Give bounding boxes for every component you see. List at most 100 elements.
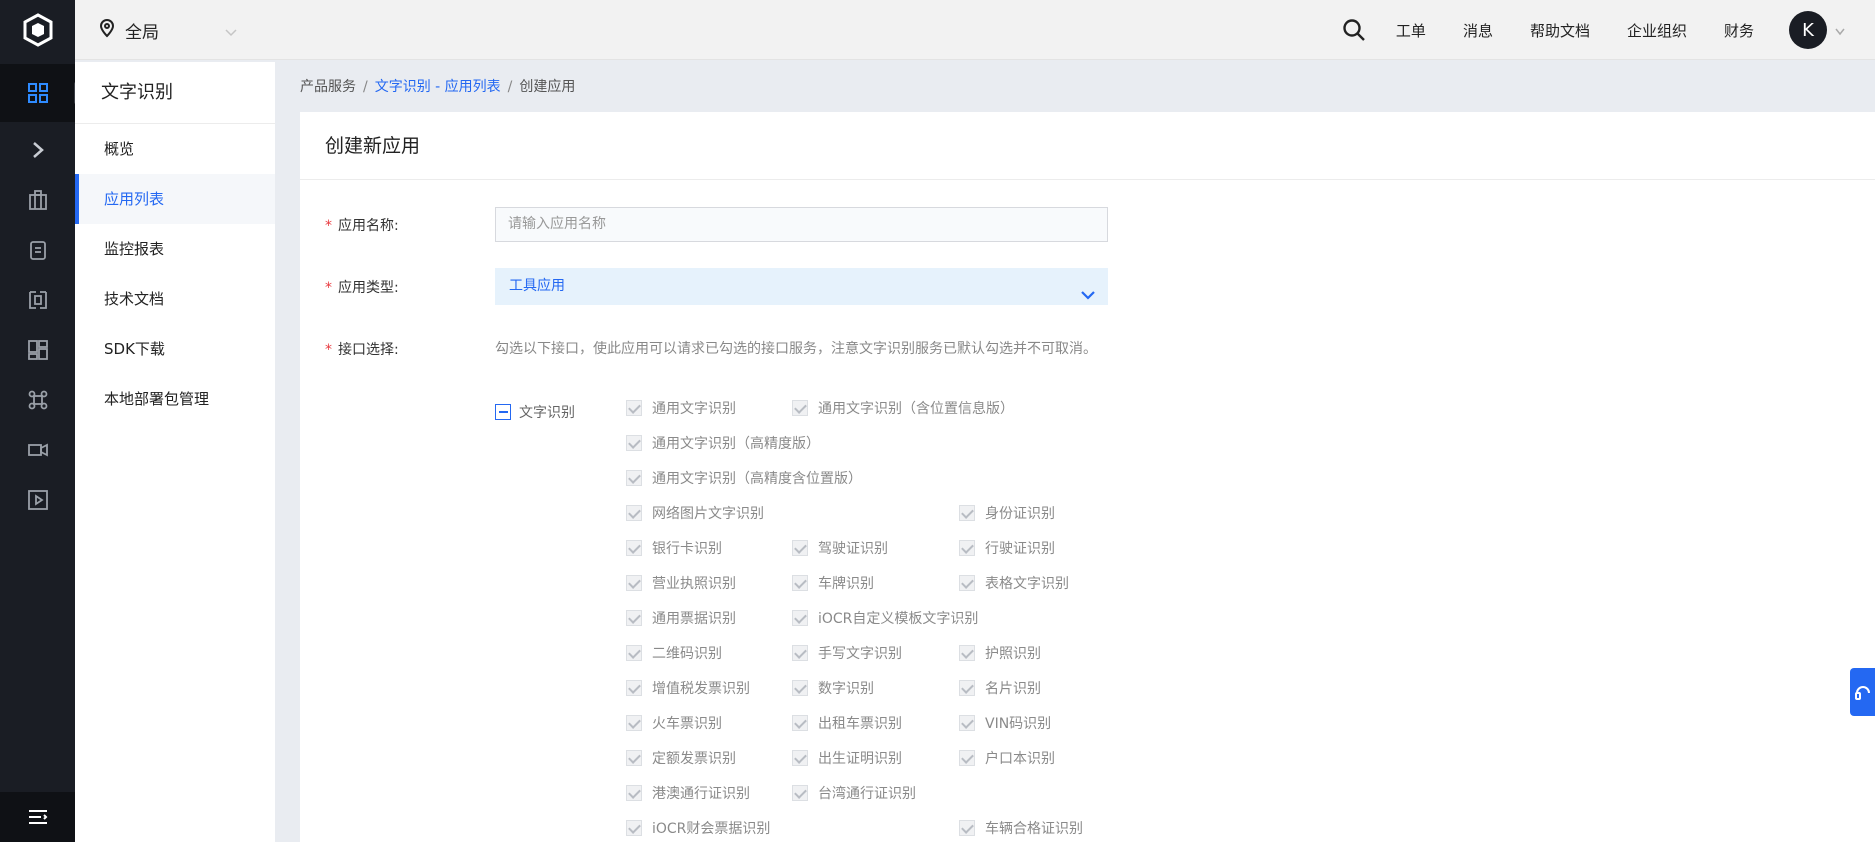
sidebar-item-monitoring[interactable]: 监控报表	[75, 224, 275, 274]
chevron-down-icon[interactable]	[225, 22, 237, 41]
api-option[interactable]: iOCR自定义模板文字识别	[792, 608, 978, 628]
nav-messages[interactable]: 消息	[1463, 20, 1493, 41]
sidebar-item-app-list[interactable]: 应用列表	[75, 174, 275, 224]
api-option[interactable]: 银行卡识别	[626, 538, 722, 558]
nav-organization[interactable]: 企业组织	[1627, 20, 1687, 41]
group-checkbox-ocr[interactable]: 文字识别	[495, 402, 575, 422]
api-option[interactable]: 身份证识别	[959, 503, 1055, 523]
breadcrumb-root[interactable]: 产品服务	[300, 79, 356, 95]
checked-disabled-checkbox-icon[interactable]	[959, 575, 975, 591]
api-option[interactable]: 手写文字识别	[792, 643, 902, 663]
api-option[interactable]: 台湾通行证识别	[792, 783, 916, 803]
avatar[interactable]: K	[1789, 11, 1827, 49]
checked-disabled-checkbox-icon[interactable]	[626, 505, 642, 521]
checked-disabled-checkbox-icon[interactable]	[959, 820, 975, 836]
api-option[interactable]: 车辆合格证识别	[959, 818, 1083, 838]
checked-disabled-checkbox-icon[interactable]	[626, 540, 642, 556]
api-option[interactable]: 通用票据识别	[626, 608, 736, 628]
search-icon[interactable]	[1342, 18, 1366, 42]
checked-disabled-checkbox-icon[interactable]	[959, 540, 975, 556]
checked-disabled-checkbox-icon[interactable]	[959, 680, 975, 696]
api-option[interactable]: 通用文字识别（高精度版）	[626, 433, 820, 453]
api-option[interactable]: 增值税发票识别	[626, 678, 750, 698]
checked-disabled-checkbox-icon[interactable]	[792, 785, 808, 801]
checked-disabled-checkbox-icon[interactable]	[959, 505, 975, 521]
api-option[interactable]: 定额发票识别	[626, 748, 736, 768]
breadcrumb-link[interactable]: 文字识别 - 应用列表	[375, 79, 501, 95]
api-option[interactable]: 通用文字识别	[626, 398, 736, 418]
api-option[interactable]: 通用文字识别（含位置信息版）	[792, 398, 1014, 418]
api-option[interactable]: 二维码识别	[626, 643, 722, 663]
command-icon[interactable]	[0, 380, 75, 420]
avatar-caret-icon[interactable]	[1835, 21, 1845, 40]
checked-disabled-checkbox-icon[interactable]	[626, 470, 642, 486]
nav-finance[interactable]: 财务	[1724, 20, 1754, 41]
checked-disabled-checkbox-icon[interactable]	[626, 400, 642, 416]
api-option[interactable]: 行驶证识别	[959, 538, 1055, 558]
product-sidebar: 文字识别 概览 应用列表 监控报表 技术文档 SDK下载 本地部署包管理	[75, 62, 275, 842]
checked-disabled-checkbox-icon[interactable]	[792, 540, 808, 556]
api-option[interactable]: VIN码识别	[959, 713, 1051, 733]
cloud-logo-icon[interactable]	[0, 0, 75, 60]
nav-help-docs[interactable]: 帮助文档	[1530, 20, 1590, 41]
api-option[interactable]: 出生证明识别	[792, 748, 902, 768]
checked-disabled-checkbox-icon[interactable]	[792, 575, 808, 591]
product-grid-icon[interactable]	[0, 64, 75, 122]
breadcrumb-separator: /	[363, 79, 368, 95]
video-camera-icon[interactable]	[0, 430, 75, 470]
document-icon[interactable]	[0, 230, 75, 270]
play-icon[interactable]	[0, 480, 75, 520]
app-name-input[interactable]: 请输入应用名称	[495, 207, 1108, 242]
checked-disabled-checkbox-icon[interactable]	[959, 715, 975, 731]
checked-disabled-checkbox-icon[interactable]	[792, 610, 808, 626]
checked-disabled-checkbox-icon[interactable]	[792, 715, 808, 731]
sidebar-item-sdk-download[interactable]: SDK下载	[75, 324, 275, 374]
api-option[interactable]: 港澳通行证识别	[626, 783, 750, 803]
app-type-select[interactable]: 工具应用	[495, 268, 1108, 305]
checked-disabled-checkbox-icon[interactable]	[626, 680, 642, 696]
checked-disabled-checkbox-icon[interactable]	[626, 715, 642, 731]
checked-disabled-checkbox-icon[interactable]	[792, 680, 808, 696]
api-option[interactable]: 网络图片文字识别	[626, 503, 764, 523]
dashboard-icon[interactable]	[0, 330, 75, 370]
api-option[interactable]: 名片识别	[959, 678, 1041, 698]
nav-ticket[interactable]: 工单	[1396, 20, 1426, 41]
api-option[interactable]: 营业执照识别	[626, 573, 736, 593]
checked-disabled-checkbox-icon[interactable]	[959, 645, 975, 661]
bracket-frame-icon[interactable]	[0, 280, 75, 320]
indeterminate-checkbox-icon[interactable]	[495, 404, 511, 420]
expand-chevron-icon[interactable]	[0, 130, 75, 170]
checked-disabled-checkbox-icon[interactable]	[626, 820, 642, 836]
sidebar-item-overview[interactable]: 概览	[75, 124, 275, 174]
checked-disabled-checkbox-icon[interactable]	[626, 750, 642, 766]
api-option[interactable]: 出租车票识别	[792, 713, 902, 733]
api-option[interactable]: 火车票识别	[626, 713, 722, 733]
checked-disabled-checkbox-icon[interactable]	[959, 750, 975, 766]
breadcrumb-current: 创建应用	[519, 79, 576, 95]
api-option[interactable]: 户口本识别	[959, 748, 1055, 768]
api-option[interactable]: 通用文字识别（高精度含位置版）	[626, 468, 862, 488]
collapse-menu-icon[interactable]	[0, 792, 75, 842]
api-option[interactable]: 车牌识别	[792, 573, 874, 593]
checked-disabled-checkbox-icon[interactable]	[792, 750, 808, 766]
checked-disabled-checkbox-icon[interactable]	[792, 645, 808, 661]
checked-disabled-checkbox-icon[interactable]	[626, 435, 642, 451]
checked-disabled-checkbox-icon[interactable]	[626, 610, 642, 626]
building-icon[interactable]	[0, 180, 75, 220]
region-selector[interactable]: 全局	[99, 18, 159, 43]
checked-disabled-checkbox-icon[interactable]	[626, 575, 642, 591]
headset-support-icon[interactable]	[1850, 668, 1875, 716]
checked-disabled-checkbox-icon[interactable]	[792, 400, 808, 416]
sidebar-item-tech-docs[interactable]: 技术文档	[75, 274, 275, 324]
app-type-label: * 应用类型:	[325, 280, 399, 296]
api-option[interactable]: iOCR财会票据识别	[626, 818, 770, 838]
api-option[interactable]: 驾驶证识别	[792, 538, 888, 558]
api-option[interactable]: 护照识别	[959, 643, 1041, 663]
api-option[interactable]: 表格文字识别	[959, 573, 1069, 593]
api-option[interactable]: 数字识别	[792, 678, 874, 698]
checked-disabled-checkbox-icon[interactable]	[626, 645, 642, 661]
checked-disabled-checkbox-icon[interactable]	[626, 785, 642, 801]
sidebar-item-local-deploy[interactable]: 本地部署包管理	[75, 374, 275, 424]
region-label: 全局	[125, 23, 159, 43]
app-name-label: * 应用名称:	[325, 218, 399, 234]
